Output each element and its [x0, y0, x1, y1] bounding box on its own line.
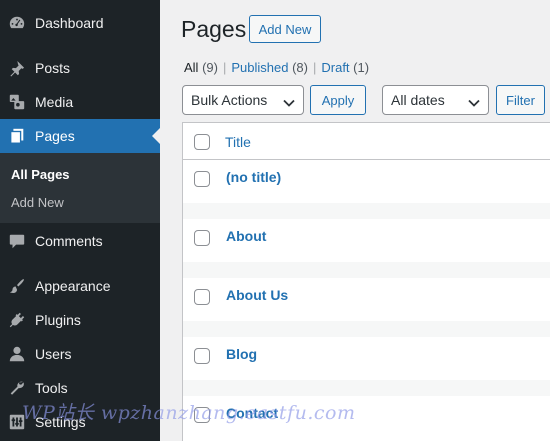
brush-icon — [7, 276, 27, 296]
page-title-link[interactable]: About — [226, 228, 266, 244]
row-checkbox[interactable] — [194, 171, 210, 187]
chevron-down-icon — [283, 95, 295, 111]
admin-sidebar: Dashboard Posts Media Pages All Pages Ad… — [0, 0, 160, 441]
user-icon — [7, 344, 27, 364]
filter-button[interactable]: Filter — [496, 85, 545, 115]
sidebar-item-settings[interactable]: Settings — [0, 405, 160, 439]
sidebar-item-label: Dashboard — [35, 15, 104, 31]
sidebar-item-label: Appearance — [35, 278, 111, 294]
page-title-link[interactable]: About Us — [226, 287, 288, 303]
sidebar-item-comments[interactable]: Comments — [0, 224, 160, 258]
filter-all-link[interactable]: All (9) — [184, 60, 218, 75]
table-header: Title — [183, 123, 550, 160]
row-spacer — [183, 203, 550, 219]
page-title-link[interactable]: Blog — [226, 346, 257, 362]
page-title-link[interactable]: Contact — [226, 405, 278, 421]
select-all-checkbox[interactable] — [194, 134, 210, 150]
row-checkbox[interactable] — [194, 407, 210, 423]
sidebar-item-label: Plugins — [35, 312, 81, 328]
sidebar-item-label: Settings — [35, 414, 86, 430]
page-title: Pages — [181, 16, 247, 42]
dates-filter-select[interactable]: All dates — [382, 85, 489, 115]
plug-icon — [7, 310, 27, 330]
media-icon — [7, 92, 27, 112]
pages-icon — [7, 126, 27, 146]
add-new-button[interactable]: Add New — [249, 15, 321, 43]
filter-published-link[interactable]: Published (8) — [231, 60, 308, 75]
row-checkbox[interactable] — [194, 348, 210, 364]
sidebar-item-posts[interactable]: Posts — [0, 51, 160, 85]
chevron-down-icon — [468, 95, 480, 111]
pin-icon — [7, 58, 27, 78]
row-spacer — [183, 321, 550, 337]
sidebar-item-label: Posts — [35, 60, 71, 76]
row-spacer — [183, 380, 550, 396]
status-filter-links: All (9) | Published (8) | Draft (1) — [184, 60, 370, 75]
table-row: Contact — [183, 396, 550, 441]
filter-draft-link[interactable]: Draft (1) — [321, 60, 369, 75]
pages-submenu: All Pages Add New — [0, 153, 160, 223]
sidebar-item-label: Tools — [35, 380, 68, 396]
sidebar-item-label: Media — [35, 94, 74, 110]
submenu-all-pages[interactable]: All Pages — [11, 167, 70, 182]
page-title-link[interactable]: (no title) — [226, 169, 281, 185]
sidebar-item-media[interactable]: Media — [0, 85, 160, 119]
sidebar-item-label: Pages — [35, 128, 75, 144]
wrench-icon — [7, 378, 27, 398]
main-content: Pages Add New All (9) | Published (8) | Draf… — [160, 0, 550, 441]
sidebar-item-dashboard[interactable]: Dashboard — [0, 6, 160, 40]
apply-button[interactable]: Apply — [310, 85, 366, 115]
sidebar-item-tools[interactable]: Tools — [0, 371, 160, 405]
comment-icon — [7, 231, 27, 251]
sidebar-item-label: Comments — [35, 233, 103, 249]
sidebar-item-label: Users — [35, 346, 72, 362]
row-spacer — [183, 262, 550, 278]
settings-icon — [7, 412, 27, 432]
pages-table: Title (no title) About About Us Blog Con… — [182, 122, 550, 441]
sidebar-item-users[interactable]: Users — [0, 337, 160, 371]
row-checkbox[interactable] — [194, 289, 210, 305]
bulk-actions-select[interactable]: Bulk Actions — [182, 85, 304, 115]
title-column-header[interactable]: Title — [225, 134, 251, 150]
sidebar-item-plugins[interactable]: Plugins — [0, 303, 160, 337]
dashboard-icon — [7, 13, 27, 33]
submenu-add-new[interactable]: Add New — [11, 195, 64, 210]
row-checkbox[interactable] — [194, 230, 210, 246]
sidebar-item-pages[interactable]: Pages — [0, 119, 160, 153]
sidebar-item-appearance[interactable]: Appearance — [0, 269, 160, 303]
